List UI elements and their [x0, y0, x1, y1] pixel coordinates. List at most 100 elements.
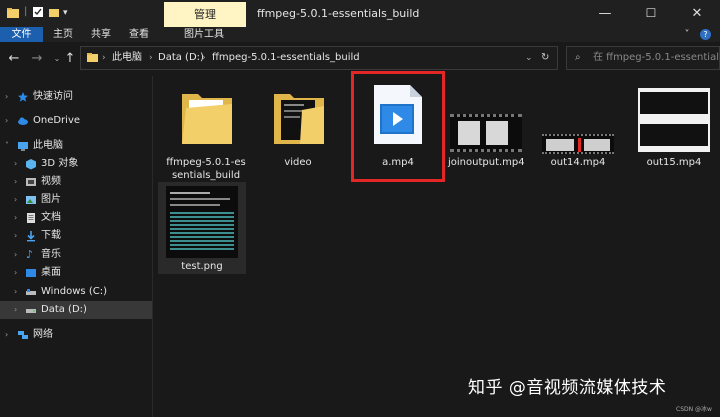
expand-chevron-icon[interactable]: › [14, 191, 17, 209]
minimize-button[interactable]: — [582, 0, 628, 27]
star-icon [18, 92, 28, 102]
file-item-test-png[interactable]: test.png [158, 182, 246, 274]
nav-label: Windows (C:) [41, 286, 107, 297]
expand-chevron-icon[interactable]: › [5, 326, 8, 344]
file-name: ffmpeg-5.0.1-es [166, 157, 246, 168]
file-item-joinoutput-mp4[interactable]: joinoutput.mp4 [448, 110, 525, 172]
up-arrow-icon[interactable]: ↑ [63, 51, 77, 67]
address-bar[interactable]: › 此电脑 › Data (D:) › ffmpeg-5.0.1-essenti… [80, 46, 558, 70]
video-thumbnail [638, 88, 710, 152]
nav-label: 此电脑 [33, 140, 63, 151]
nav-3d-objects[interactable]: › 3D 对象 [0, 155, 152, 173]
expand-chevron-icon[interactable]: › [14, 173, 17, 191]
tab-home[interactable]: 主页 [48, 27, 78, 42]
computer-icon [18, 142, 28, 151]
search-placeholder: 在 ffmpeg-5.0.1-essentials... [593, 52, 720, 63]
expand-chevron-icon[interactable]: › [14, 264, 17, 282]
folder-icon [182, 94, 232, 144]
manage-context-tab[interactable]: 管理 [164, 2, 246, 28]
nav-network[interactable]: › 网络 [0, 326, 152, 344]
file-item-out15-mp4[interactable]: out15.mp4 [636, 84, 712, 172]
nav-label: 快速访问 [33, 91, 73, 102]
close-button[interactable]: ✕ [674, 0, 720, 27]
expand-chevron-icon[interactable]: › [14, 246, 17, 264]
expand-chevron-icon[interactable]: › [14, 209, 17, 227]
collapse-chevron-icon[interactable]: ˅ [5, 137, 9, 155]
document-icon [27, 213, 35, 223]
folder-icon [274, 94, 324, 144]
tab-share[interactable]: 共享 [86, 27, 116, 42]
nav-label: 视频 [41, 176, 61, 187]
folder-item-video[interactable]: video [262, 80, 334, 170]
picture-icon [26, 196, 36, 204]
title-bar: | ▾ 管理 ffmpeg-5.0.1-essentials_build — ☐… [0, 0, 720, 28]
search-icon: ⌕ [575, 52, 581, 63]
breadcrumb-data-drive[interactable]: Data (D:) [158, 47, 204, 69]
nav-music[interactable]: › ♪ 音乐 [0, 246, 152, 264]
video-thumbnail [542, 134, 614, 154]
forward-arrow-icon[interactable]: → [30, 51, 44, 67]
customize-quick-access-icon[interactable]: ▾ [63, 6, 68, 20]
nav-label: 桌面 [41, 267, 61, 278]
nav-label: 下载 [41, 230, 61, 241]
highlight-box [351, 71, 445, 182]
nav-label: Data (D:) [41, 304, 87, 315]
breadcrumb-separator[interactable]: › [102, 47, 106, 69]
tab-file[interactable]: 文件 [0, 27, 43, 42]
folder-item-ffmpeg[interactable]: ffmpeg-5.0.1-es sentials_build [166, 80, 246, 182]
video-thumbnail [450, 114, 522, 152]
folder-icon [87, 53, 98, 62]
recent-locations-chevron-icon[interactable]: ⌄ [50, 51, 64, 67]
nav-quick-access[interactable]: › 快速访问 [0, 88, 152, 106]
breadcrumb-ffmpeg-folder[interactable]: ffmpeg-5.0.1-essentials_build [212, 47, 360, 69]
nav-documents[interactable]: › 文档 [0, 209, 152, 227]
collapse-ribbon-icon[interactable]: ˅ [680, 27, 694, 42]
tab-picture-tools[interactable]: 图片工具 [169, 27, 239, 42]
new-folder-icon[interactable] [48, 6, 60, 20]
image-thumbnail [166, 186, 238, 258]
breadcrumb-separator[interactable]: › [149, 47, 153, 69]
nav-this-pc[interactable]: ˅ 此电脑 [0, 137, 152, 155]
nav-windows-drive[interactable]: › Windows (C:) [0, 283, 152, 301]
folder-icon [7, 8, 19, 18]
file-name: video [284, 157, 312, 168]
separator: | [24, 6, 28, 17]
expand-chevron-icon[interactable]: › [14, 283, 17, 301]
help-icon[interactable]: ? [700, 29, 711, 40]
expand-chevron-icon[interactable]: › [14, 301, 17, 319]
properties-icon[interactable] [32, 6, 44, 20]
nav-label: 网络 [33, 329, 53, 340]
expand-chevron-icon[interactable]: › [5, 88, 8, 106]
address-dropdown-icon[interactable]: ⌄ [525, 47, 533, 69]
breadcrumb-this-pc[interactable]: 此电脑 [112, 47, 142, 69]
drive-icon [26, 309, 36, 313]
refresh-icon[interactable]: ↻ [541, 47, 549, 69]
film-icon [26, 178, 36, 186]
nav-desktop[interactable]: › 桌面 [0, 264, 152, 282]
nav-label: 图片 [41, 194, 61, 205]
expand-chevron-icon[interactable]: › [5, 112, 8, 130]
file-item-out14-mp4[interactable]: out14.mp4 [540, 130, 616, 172]
back-arrow-icon[interactable]: ← [7, 51, 21, 67]
nav-onedrive[interactable]: › OneDrive [0, 112, 152, 130]
nav-label: 文档 [41, 212, 61, 223]
nav-downloads[interactable]: › 下载 [0, 227, 152, 245]
tab-view[interactable]: 查看 [124, 27, 154, 42]
nav-label: OneDrive [33, 115, 81, 126]
nav-data-drive[interactable]: › Data (D:) [0, 301, 152, 319]
cloud-icon [18, 117, 28, 125]
nav-label: 音乐 [41, 249, 61, 260]
breadcrumb-separator[interactable]: › [202, 47, 206, 69]
expand-chevron-icon[interactable]: › [14, 227, 17, 245]
search-input[interactable]: ⌕ 在 ffmpeg-5.0.1-essentials... [566, 46, 720, 70]
download-arrow-icon [27, 231, 35, 242]
navigation-pane: › 快速访问 › OneDrive ˅ 此电脑 › 3D 对象 › 视频 › 图… [0, 76, 152, 417]
nav-pictures[interactable]: › 图片 [0, 191, 152, 209]
expand-chevron-icon[interactable]: › [14, 155, 17, 173]
nav-label: 3D 对象 [41, 158, 79, 169]
cube-icon [26, 159, 36, 170]
credit-text: CSDN @冰w [676, 406, 712, 413]
maximize-button[interactable]: ☐ [628, 0, 674, 27]
file-name: out14.mp4 [550, 157, 606, 168]
nav-videos[interactable]: › 视频 [0, 173, 152, 191]
